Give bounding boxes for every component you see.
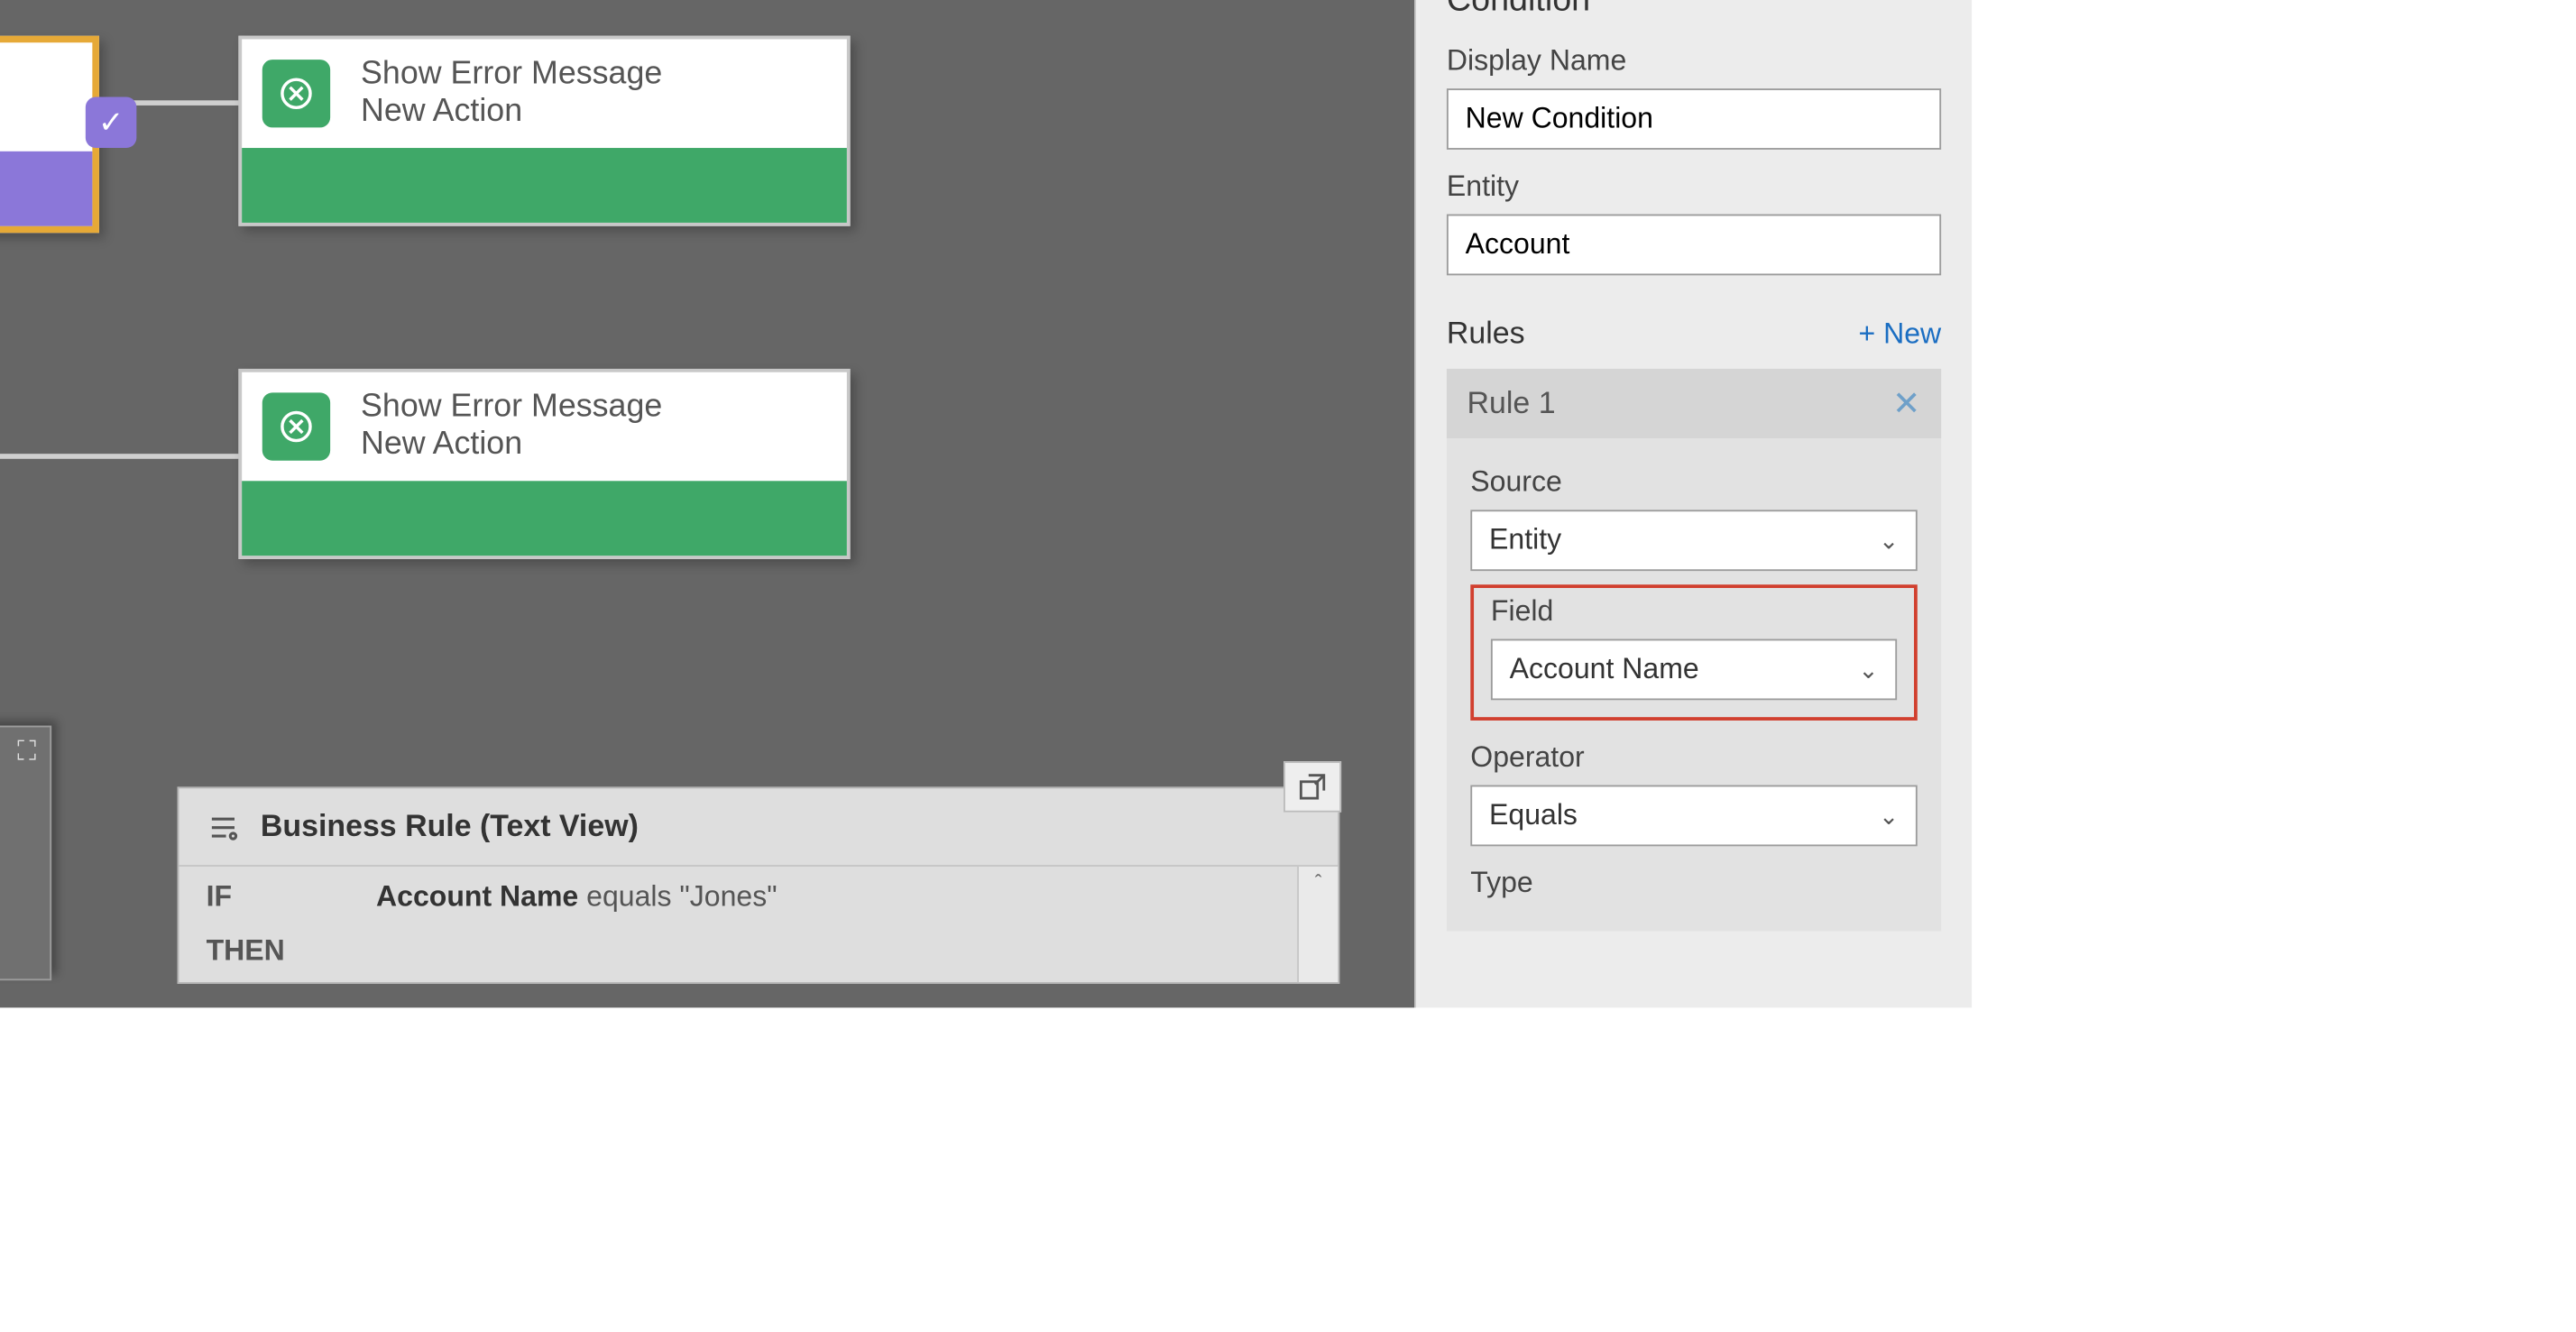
properties-pane: Components Properties Condition Display … <box>1414 0 1972 1007</box>
display-name-label: Display Name <box>1447 44 1941 78</box>
condition-node[interactable]: Condition New Condition ✓ <box>0 36 99 234</box>
source-label: Source <box>1470 465 1917 500</box>
action-node[interactable]: Show Error Message New Action <box>238 369 850 559</box>
condition-text: Account Name equals "Jones" <box>376 880 777 914</box>
entity-label: Entity <box>1447 170 1941 205</box>
entity-input[interactable] <box>1447 215 1941 276</box>
source-select[interactable]: Entity ⌄ <box>1470 510 1917 571</box>
action-node[interactable]: Show Error Message New Action <box>238 36 850 226</box>
field-select[interactable]: Account Name ⌄ <box>1491 639 1897 701</box>
node-subtitle: New Action <box>361 94 662 131</box>
node-title: Show Error Message <box>361 390 662 427</box>
operator-select[interactable]: Equals ⌄ <box>1470 785 1917 847</box>
connector <box>120 100 239 106</box>
designer-canvas[interactable]: Condition New Condition ✓ ✕ <box>0 0 1414 1007</box>
section-title: Condition <box>1447 0 1941 21</box>
minimap[interactable]: ⛶ <box>0 726 51 981</box>
then-keyword: THEN <box>207 934 285 969</box>
rule-title: Rule 1 <box>1467 386 1556 422</box>
node-subtitle: New Action <box>361 427 662 464</box>
rule-header[interactable]: Rule 1 ✕ <box>1447 369 1941 438</box>
popout-button[interactable] <box>1283 761 1341 813</box>
chevron-down-icon: ⌄ <box>1858 655 1878 684</box>
list-settings-icon <box>207 810 241 844</box>
rules-heading: Rules <box>1447 317 1525 353</box>
scrollbar[interactable]: ˆ <box>1297 867 1338 982</box>
chevron-down-icon: ⌄ <box>1879 526 1899 555</box>
new-rule-button[interactable]: + New <box>1858 317 1941 351</box>
display-name-input[interactable] <box>1447 88 1941 150</box>
operator-value: Equals <box>1489 799 1578 833</box>
error-action-icon <box>262 392 330 460</box>
close-icon[interactable]: ✕ <box>1892 382 1921 425</box>
node-title: Show Error Message <box>361 56 662 93</box>
type-label: Type <box>1470 867 1917 901</box>
text-view-title: Business Rule (Text View) <box>261 809 639 845</box>
field-label: Field <box>1491 595 1897 629</box>
if-keyword: IF <box>207 880 232 914</box>
expand-icon[interactable]: ⛶ <box>17 738 36 768</box>
field-highlight: Field Account Name ⌄ <box>1470 584 1917 721</box>
text-view-panel: Business Rule (Text View) IF Account Nam… <box>178 786 1340 984</box>
error-action-icon <box>262 60 330 127</box>
true-branch-icon[interactable]: ✓ <box>86 97 137 149</box>
operator-label: Operator <box>1470 741 1917 776</box>
source-value: Entity <box>1489 523 1561 557</box>
connector <box>0 454 238 459</box>
chevron-down-icon: ⌄ <box>1879 801 1899 830</box>
field-value: Account Name <box>1510 653 1699 687</box>
